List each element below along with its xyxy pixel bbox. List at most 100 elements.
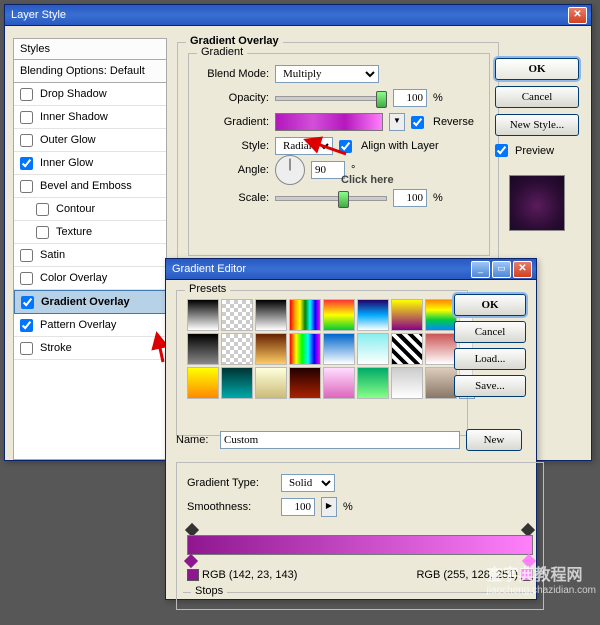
- layer-style-titlebar[interactable]: Layer Style ✕: [5, 5, 591, 26]
- name-input[interactable]: [220, 431, 460, 449]
- style-checkbox[interactable]: [20, 342, 33, 355]
- gradient-picker[interactable]: [275, 113, 383, 131]
- preview-checkbox[interactable]: [495, 144, 508, 157]
- style-label: Pattern Overlay: [40, 319, 116, 331]
- ge-new-button[interactable]: New: [466, 429, 522, 451]
- gradient-type-select[interactable]: Solid: [281, 474, 335, 492]
- style-row-contour[interactable]: Contour: [14, 198, 166, 221]
- styles-list-panel: Styles Blending Options: Default Drop Sh…: [13, 38, 167, 460]
- style-row-gradient-overlay[interactable]: Gradient Overlay: [14, 290, 166, 314]
- opacity-input[interactable]: [393, 89, 427, 107]
- style-label: Satin: [40, 249, 65, 261]
- gradient-label: Gradient:: [199, 116, 269, 128]
- style-row-drop-shadow[interactable]: Drop Shadow: [14, 83, 166, 106]
- preset-swatch[interactable]: [221, 333, 253, 365]
- style-label: Outer Glow: [40, 134, 96, 146]
- opacity-slider[interactable]: [275, 96, 387, 101]
- preset-swatch[interactable]: [289, 333, 321, 365]
- style-checkbox[interactable]: [20, 180, 33, 193]
- close-icon[interactable]: ✕: [513, 261, 532, 278]
- smooth-dropdown-icon[interactable]: ▶: [321, 497, 337, 517]
- style-checkbox[interactable]: [20, 249, 33, 262]
- style-checkbox[interactable]: [20, 157, 33, 170]
- preset-grid[interactable]: [187, 299, 457, 399]
- preset-swatch[interactable]: [391, 333, 423, 365]
- style-label: Gradient Overlay: [41, 296, 130, 308]
- gradient-editor-titlebar[interactable]: Gradient Editor _ ▭ ✕: [166, 259, 536, 280]
- style-checkbox[interactable]: [21, 296, 34, 309]
- style-row-texture[interactable]: Texture: [14, 221, 166, 244]
- style-label: Color Overlay: [40, 272, 107, 284]
- color-stop-left[interactable]: [184, 554, 198, 568]
- style-row-inner-glow[interactable]: Inner Glow: [14, 152, 166, 175]
- style-row-satin[interactable]: Satin: [14, 244, 166, 267]
- click-here-annotation: Click here: [341, 174, 394, 186]
- preset-swatch[interactable]: [187, 367, 219, 399]
- style-checkbox[interactable]: [20, 111, 33, 124]
- minimize-icon[interactable]: _: [471, 261, 490, 278]
- blending-options-header[interactable]: Blending Options: Default: [14, 60, 166, 83]
- style-label: Texture: [56, 226, 92, 238]
- scale-slider[interactable]: [275, 196, 387, 201]
- blend-mode-select[interactable]: Multiply: [275, 65, 379, 83]
- preset-swatch[interactable]: [357, 367, 389, 399]
- preset-swatch[interactable]: [255, 367, 287, 399]
- dialog-title: Layer Style: [9, 9, 66, 21]
- ge-save-button[interactable]: Save...: [454, 375, 526, 397]
- style-checkbox[interactable]: [20, 88, 33, 101]
- preset-swatch[interactable]: [323, 333, 355, 365]
- gradient-dropdown-icon[interactable]: ▼: [389, 113, 405, 131]
- style-row-bevel-and-emboss[interactable]: Bevel and Emboss: [14, 175, 166, 198]
- preset-swatch[interactable]: [255, 333, 287, 365]
- gradient-type-label: Gradient Type:: [187, 477, 275, 489]
- preset-swatch[interactable]: [391, 367, 423, 399]
- style-checkbox[interactable]: [20, 272, 33, 285]
- preset-swatch[interactable]: [425, 299, 457, 331]
- preset-swatch[interactable]: [255, 299, 287, 331]
- style-checkbox[interactable]: [36, 226, 49, 239]
- reverse-checkbox[interactable]: [411, 116, 424, 129]
- stop-swatch-left: [187, 569, 199, 581]
- scale-input[interactable]: [393, 189, 427, 207]
- style-checkbox[interactable]: [20, 134, 33, 147]
- cancel-button[interactable]: Cancel: [495, 86, 579, 108]
- smooth-unit: %: [343, 501, 353, 513]
- style-row-inner-shadow[interactable]: Inner Shadow: [14, 106, 166, 129]
- preset-swatch[interactable]: [357, 299, 389, 331]
- angle-input[interactable]: [311, 161, 345, 179]
- preset-swatch[interactable]: [357, 333, 389, 365]
- stop-left-text: RGB (142, 23, 143): [202, 569, 297, 581]
- style-list-arrow-annotation: [129, 326, 169, 366]
- style-label: Inner Shadow: [40, 111, 108, 123]
- preset-swatch[interactable]: [187, 333, 219, 365]
- style-row-outer-glow[interactable]: Outer Glow: [14, 129, 166, 152]
- ge-ok-button[interactable]: OK: [454, 294, 526, 316]
- styles-header[interactable]: Styles: [14, 39, 166, 60]
- angle-dial[interactable]: [275, 155, 305, 185]
- maximize-icon[interactable]: ▭: [492, 261, 511, 278]
- ok-button[interactable]: OK: [495, 58, 579, 80]
- preset-swatch[interactable]: [425, 333, 457, 365]
- preset-swatch[interactable]: [289, 367, 321, 399]
- smooth-input[interactable]: [281, 498, 315, 516]
- preset-swatch[interactable]: [323, 367, 355, 399]
- ge-cancel-button[interactable]: Cancel: [454, 321, 526, 343]
- preset-swatch[interactable]: [221, 367, 253, 399]
- preset-swatch[interactable]: [187, 299, 219, 331]
- preview-label: Preview: [515, 145, 554, 157]
- reverse-label: Reverse: [433, 116, 474, 128]
- style-checkbox[interactable]: [20, 319, 33, 332]
- gradient-strip[interactable]: [187, 535, 533, 555]
- new-style-button[interactable]: New Style...: [495, 114, 579, 136]
- close-icon[interactable]: ✕: [568, 7, 587, 24]
- style-row-color-overlay[interactable]: Color Overlay: [14, 267, 166, 290]
- ge-load-button[interactable]: Load...: [454, 348, 526, 370]
- preset-swatch[interactable]: [425, 367, 457, 399]
- preset-swatch[interactable]: [221, 299, 253, 331]
- preset-swatch[interactable]: [323, 299, 355, 331]
- gradient-overlay-group: Gradient Overlay Gradient Blend Mode: Mu…: [177, 42, 499, 288]
- style-checkbox[interactable]: [36, 203, 49, 216]
- gradient-group-title: Gradient: [197, 46, 247, 58]
- preset-swatch[interactable]: [391, 299, 423, 331]
- preset-swatch[interactable]: [289, 299, 321, 331]
